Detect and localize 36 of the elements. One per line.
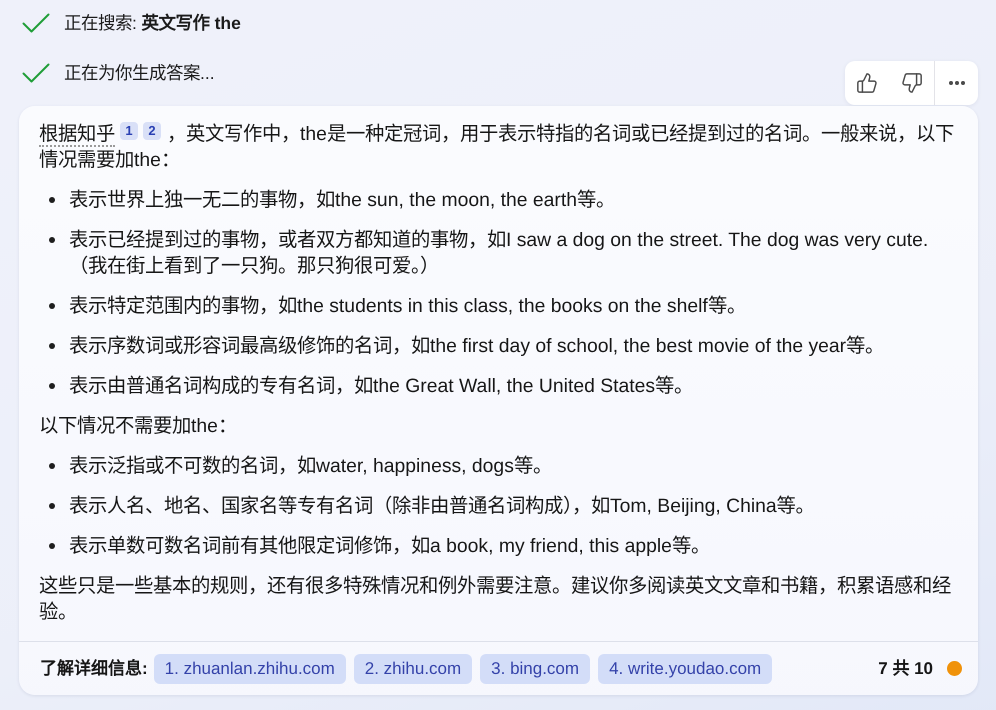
learn-more-label: 了解详细信息: (40, 658, 148, 680)
paragraph-text: 根据知乎 1 2 ，英文写作中，the是一种定冠词，用于表示特指的名词或已经提到过的名词。一般来说，以下情况需要加the： (39, 121, 955, 173)
reference-link[interactable]: 2. zhihu.com (354, 654, 472, 684)
check-icon (22, 13, 50, 33)
citation-link[interactable]: 2 (143, 122, 161, 140)
list-item-text: 表示由普通名词构成的专有名词，如the Great Wall, the United States等。 (69, 374, 694, 399)
list-item-text: 表示单数可数名词前有其他限定词修饰，如a book, my friend, this apple等。 (69, 534, 711, 559)
bullet-icon (49, 543, 55, 549)
reference-link[interactable]: 4. write.youdao.com (598, 654, 772, 684)
list-item-text: 表示已经提到过的事物，或者双方都知道的事物，如I saw a dog on the street. The dog was very cute.（我在街上看到了一只狗。那只狗很可爱。） (69, 228, 930, 279)
bullet-icon (49, 503, 55, 509)
bullet-icon (49, 303, 55, 309)
citation-link[interactable]: 1 (120, 122, 138, 140)
reference-link[interactable]: 3. bing.com (480, 654, 590, 684)
status-text: 正在为你生成答案... (64, 62, 215, 85)
more-icon (948, 81, 964, 85)
list-item-text: 表示世界上独一无二的事物，如the sun, the moon, the earth等。 (69, 188, 616, 213)
paragraph-text: 以下情况不需要加the： (39, 414, 238, 439)
status-text: 正在搜索: 英文写作 the (64, 12, 241, 35)
list-item-text: 表示特定范围内的事物，如the students in this class, the books on the shelf等。 (69, 294, 747, 319)
thumbs-up-icon (856, 72, 878, 94)
list-item-text: 表示泛指或不可数的名词，如water, happiness, dogs等。 (69, 454, 553, 479)
thumbs-down-icon (900, 72, 922, 94)
list-item-text: 表示序数词或形容词最高级修饰的名词，如the first day of school, the best movie of the year等。 (69, 334, 886, 359)
bullet-icon (49, 343, 55, 349)
turn-counter: 7 共 10 (878, 658, 933, 680)
bullet-icon (49, 237, 55, 243)
bullet-icon (49, 197, 55, 203)
bullet-icon (49, 463, 55, 469)
list-item-text: 表示人名、地名、国家名等专有名词（除非由普通名词构成），如Tom, Beijing, China等。 (69, 494, 816, 519)
reference-link[interactable]: 1. zhuanlan.zhihu.com (154, 654, 346, 684)
check-icon (22, 63, 50, 83)
bullet-icon (49, 383, 55, 389)
source-link[interactable]: 根据知乎 (39, 123, 115, 147)
status-dot-icon (947, 661, 962, 676)
paragraph-text: 这些只是一些基本的规则，还有很多特殊情况和例外需要注意。建议你多阅读英文文章和书籍，积累语感和经验。 (39, 574, 952, 625)
